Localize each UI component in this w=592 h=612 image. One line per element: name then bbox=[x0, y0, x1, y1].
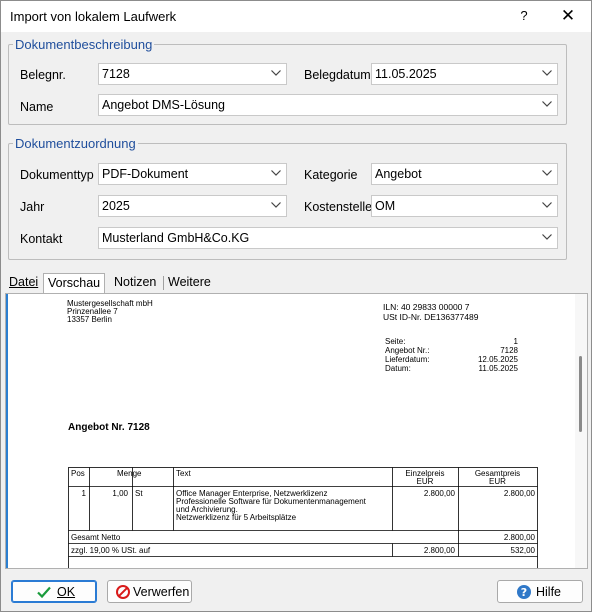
belegdatum-picker[interactable]: 11.05.2025 bbox=[371, 63, 558, 85]
group-legend: Dokumentbeschreibung bbox=[15, 37, 153, 52]
row-einzelpreis: 2.800,00 bbox=[423, 489, 455, 498]
tab-label: Notizen bbox=[114, 275, 157, 289]
chevron-down-icon[interactable] bbox=[538, 165, 556, 183]
import-dialog: Import von lokalem Laufwerk ? ✕ Dokument… bbox=[0, 0, 592, 612]
ust-label: zzgl. 19,00 % USt. auf bbox=[71, 546, 151, 555]
dokumenttyp-value: PDF-Dokument bbox=[102, 167, 189, 181]
col-header: EUR bbox=[416, 477, 434, 486]
tab-datei[interactable]: Datei bbox=[5, 273, 42, 293]
hilfe-button[interactable]: ? Hilfe bbox=[497, 580, 583, 603]
verwerfen-label: Verwerfen bbox=[133, 585, 190, 599]
tab-notizen[interactable]: Notizen bbox=[110, 273, 160, 293]
preview-scrollbar[interactable] bbox=[575, 294, 587, 568]
kostenstelle-combo[interactable]: OM bbox=[371, 195, 558, 217]
chevron-down-icon[interactable] bbox=[538, 197, 556, 215]
jahr-value: 2025 bbox=[102, 199, 130, 213]
preview-area: Mustergesellschaft mbH Prinzenallee 7 13… bbox=[6, 294, 575, 568]
ust-value: 532,00 bbox=[510, 546, 535, 555]
checkmark-icon bbox=[36, 584, 52, 603]
kategorie-combo[interactable]: Angebot bbox=[371, 163, 558, 185]
svg-text:?: ? bbox=[521, 586, 527, 599]
row-unit: St bbox=[135, 489, 143, 498]
pdf-page: Mustergesellschaft mbH Prinzenallee 7 13… bbox=[18, 294, 573, 568]
ok-button[interactable]: OK bbox=[11, 580, 97, 603]
group-legend: Dokumentzuordnung bbox=[15, 136, 136, 151]
belegdatum-value: 11.05.2025 bbox=[375, 67, 437, 81]
scrollbar-thumb[interactable] bbox=[579, 356, 582, 432]
netto-value: 2.800,00 bbox=[503, 533, 535, 542]
tab-weitere[interactable]: Weitere bbox=[164, 273, 215, 293]
table-grid bbox=[68, 467, 538, 568]
chevron-down-icon[interactable] bbox=[267, 65, 285, 83]
belegdatum-label: Belegdatum bbox=[304, 68, 371, 82]
title-bar: Import von lokalem Laufwerk ? ✕ bbox=[1, 1, 591, 32]
help-title-button[interactable]: ? bbox=[511, 3, 537, 29]
chevron-down-icon[interactable] bbox=[538, 229, 556, 247]
name-combo[interactable]: Angebot DMS-Lösung bbox=[98, 94, 558, 116]
belegnr-combo[interactable]: 7128 bbox=[98, 63, 287, 85]
netto-label: Gesamt Netto bbox=[71, 533, 121, 542]
row-text: Netzwerklizenz für 5 Arbeitsplätze bbox=[176, 513, 297, 522]
name-value: Angebot DMS-Lösung bbox=[102, 98, 225, 112]
kontakt-combo[interactable]: Musterland GmbH&Co.KG bbox=[98, 227, 558, 249]
chevron-down-icon[interactable] bbox=[538, 65, 556, 83]
belegnr-label: Belegnr. bbox=[20, 68, 66, 82]
col-header: EUR bbox=[489, 477, 506, 486]
kontakt-value: Musterland GmbH&Co.KG bbox=[102, 231, 250, 245]
col-header: Text bbox=[176, 469, 191, 478]
cancel-icon bbox=[115, 584, 131, 603]
row-menge: 1,00 bbox=[112, 489, 128, 498]
row-pos: 1 bbox=[81, 489, 86, 498]
ok-label: OK bbox=[57, 585, 76, 599]
hilfe-label: Hilfe bbox=[536, 585, 562, 599]
verwerfen-button[interactable]: Verwerfen bbox=[107, 580, 192, 603]
ust-base: 2.800,00 bbox=[423, 546, 455, 555]
belegnr-value: 7128 bbox=[102, 67, 130, 81]
chevron-down-icon[interactable] bbox=[267, 197, 285, 215]
tab-vorschau[interactable]: Vorschau bbox=[43, 273, 106, 294]
kostenstelle-label: Kostenstelle bbox=[304, 200, 373, 214]
chevron-down-icon[interactable] bbox=[538, 96, 556, 114]
tab-label: Datei bbox=[9, 275, 39, 289]
jahr-combo[interactable]: 2025 bbox=[98, 195, 287, 217]
chevron-down-icon[interactable] bbox=[267, 165, 285, 183]
kostenstelle-value: OM bbox=[375, 199, 396, 213]
kategorie-label: Kategorie bbox=[304, 168, 358, 182]
dokumenttyp-label: Dokumenttyp bbox=[20, 168, 94, 182]
close-button[interactable]: ✕ bbox=[553, 3, 583, 29]
col-header: Menge bbox=[117, 469, 142, 478]
kategorie-value: Angebot bbox=[375, 167, 422, 181]
tab-label: Weitere bbox=[168, 275, 211, 289]
dokumenttyp-combo[interactable]: PDF-Dokument bbox=[98, 163, 287, 185]
kontakt-label: Kontakt bbox=[20, 232, 63, 246]
window-title: Import von lokalem Laufwerk bbox=[10, 9, 177, 24]
help-icon: ? bbox=[516, 584, 532, 603]
col-header: Pos bbox=[71, 469, 85, 478]
name-label: Name bbox=[20, 100, 54, 114]
tab-label: Vorschau bbox=[48, 276, 101, 290]
jahr-label: Jahr bbox=[20, 200, 45, 214]
row-gesamtpreis: 2.800,00 bbox=[503, 489, 535, 498]
document-preview[interactable]: Mustergesellschaft mbH Prinzenallee 7 13… bbox=[5, 293, 588, 569]
